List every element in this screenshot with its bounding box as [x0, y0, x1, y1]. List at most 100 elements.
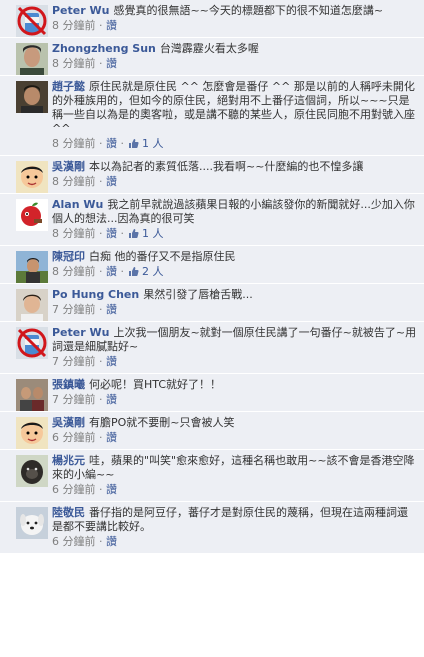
like-count-text: 2 人: [142, 265, 164, 278]
comment-text: 白痴 他的番仔又不是指原住民: [89, 250, 236, 263]
separator-dot: ·: [99, 137, 106, 150]
comment-meta: 6 分鐘前 · 讚: [52, 483, 418, 497]
commenter-name[interactable]: 張鎮曦: [52, 378, 85, 391]
comment-text: 番仔指的是阿豆仔，蕃仔才是對原住民的蔑稱，但現在這兩種詞還是都不要講比較好。: [52, 506, 408, 533]
thumbs-up-icon: [128, 138, 139, 149]
avatar-young-man[interactable]: [16, 289, 48, 321]
comment-meta: 8 分鐘前 · 讚: [52, 19, 418, 33]
commenter-name[interactable]: Peter Wu: [52, 326, 109, 339]
comment-content: 陸敬民 番仔指的是阿豆仔，蕃仔才是對原住民的蔑稱，但現在這兩種詞還是都不要講比較好…: [52, 506, 418, 534]
comment-text: 我之前早就說過該蘋果日報的小編該發你的新聞就好...少加入你個人的想法...因為…: [52, 198, 415, 225]
like-button[interactable]: 讚: [106, 303, 117, 316]
commenter-name[interactable]: Zhongzheng Sun: [52, 42, 156, 55]
comment-content: 陳冠印 白痴 他的番仔又不是指原住民: [52, 250, 418, 264]
like-button[interactable]: 讚: [106, 137, 117, 150]
comment-item: Peter Wu 上次我一個朋友~就對一個原住民講了一句番仔~就被告了~用詞還是細…: [0, 322, 424, 374]
comment-content: 趙子懿 原住民就是原住民 ^^ 怎麼會是番仔 ^^ 那是以前的人稱呼未開化的外種族…: [52, 80, 418, 136]
comment-item: Po Hung Chen 果然引發了唇槍舌戰... 7 分鐘前 · 讚: [0, 284, 424, 322]
separator-dot: ·: [120, 137, 128, 150]
like-button[interactable]: 讚: [106, 175, 117, 188]
avatar-gorilla[interactable]: [16, 455, 48, 487]
avatar-man-group[interactable]: [16, 379, 48, 411]
commenter-name[interactable]: Peter Wu: [52, 4, 109, 17]
comment-content: Po Hung Chen 果然引發了唇槍舌戰...: [52, 288, 418, 302]
avatar-cartoon-man[interactable]: [16, 161, 48, 193]
avatar-no-entry-drink[interactable]: [16, 5, 48, 37]
comment-meta: 7 分鐘前 · 讚: [52, 303, 418, 317]
commenter-name[interactable]: 吳漢剛: [52, 160, 85, 173]
comment-text: 有膽PO就不要刪~只會被人笑: [89, 416, 235, 429]
comment-time[interactable]: 8 分鐘前: [52, 227, 96, 240]
comment-item: 陸敬民 番仔指的是阿豆仔，蕃仔才是對原住民的蔑稱，但現在這兩種詞還是都不要講比較好…: [0, 502, 424, 554]
comment-item: Alan Wu 我之前早就說過該蘋果日報的小編該發你的新聞就好...少加入你個人的…: [0, 194, 424, 246]
comment-meta: 8 分鐘前 · 讚: [52, 175, 418, 189]
comment-time[interactable]: 6 分鐘前: [52, 483, 96, 496]
thumbs-up-icon: [128, 266, 139, 277]
commenter-name[interactable]: Po Hung Chen: [52, 288, 139, 301]
like-button[interactable]: 讚: [106, 431, 117, 444]
like-button[interactable]: 讚: [106, 265, 117, 278]
likes-wrap: · 2 人: [121, 265, 164, 278]
commenter-name[interactable]: 趙子懿: [52, 80, 85, 93]
comment-item: 吳漢剛 本以為記者的素質低落....我看啊~~什麼編的也不惶多讓 8 分鐘前 · …: [0, 156, 424, 194]
comment-meta: 7 分鐘前 · 讚: [52, 355, 418, 369]
comment-item: Zhongzheng Sun 台灣霹靂火看太多喔 8 分鐘前 · 讚: [0, 38, 424, 76]
like-count-text: 1 人: [142, 227, 164, 240]
like-button[interactable]: 讚: [106, 355, 117, 368]
commenter-name[interactable]: 楊兆元: [52, 454, 85, 467]
like-button[interactable]: 讚: [106, 57, 117, 70]
like-button[interactable]: 讚: [106, 227, 117, 240]
thumbs-up-icon: [128, 228, 139, 239]
comment-time[interactable]: 8 分鐘前: [52, 57, 96, 70]
comment-time[interactable]: 7 分鐘前: [52, 303, 96, 316]
comment-time[interactable]: 8 分鐘前: [52, 137, 96, 150]
comment-text: 本以為記者的素質低落....我看啊~~什麼編的也不惶多讓: [89, 160, 364, 173]
comment-item: 吳漢剛 有膽PO就不要刪~只會被人笑 6 分鐘前 · 讚: [0, 412, 424, 450]
likes-wrap: · 1 人: [121, 137, 164, 150]
comment-content: 楊兆元 哇，蘋果的"叫笑"愈來愈好，這種名稱也敢用~~該不會是香港空降來的小編~~: [52, 454, 418, 482]
commenter-name[interactable]: 陸敬民: [52, 506, 85, 519]
commenter-name[interactable]: 吳漢剛: [52, 416, 85, 429]
avatar-white-dog[interactable]: [16, 507, 48, 539]
avatar-no-entry-drink[interactable]: [16, 327, 48, 359]
commenter-name[interactable]: 陳冠印: [52, 250, 85, 263]
comment-meta: 6 分鐘前 · 讚: [52, 431, 418, 445]
comment-text: 何必呢！買HTC就好了！！: [89, 378, 222, 391]
separator-dot: ·: [99, 483, 106, 496]
comment-time[interactable]: 8 分鐘前: [52, 19, 96, 32]
comment-item: 趙子懿 原住民就是原住民 ^^ 怎麼會是番仔 ^^ 那是以前的人稱呼未開化的外種族…: [0, 76, 424, 156]
avatar-apple-character[interactable]: [16, 199, 48, 231]
comment-content: Alan Wu 我之前早就說過該蘋果日報的小編該發你的新聞就好...少加入你個人的…: [52, 198, 418, 226]
comment-time[interactable]: 8 分鐘前: [52, 265, 96, 278]
like-count[interactable]: 2 人: [128, 265, 164, 278]
comment-item: 陳冠印 白痴 他的番仔又不是指原住民 8 分鐘前 · 讚 · 2 人: [0, 246, 424, 284]
comment-time[interactable]: 6 分鐘前: [52, 535, 96, 548]
separator-dot: ·: [99, 175, 106, 188]
comment-meta: 8 分鐘前 · 讚 · 1 人: [52, 137, 418, 151]
like-button[interactable]: 讚: [106, 19, 117, 32]
comment-item: Peter Wu 感覺真的很無語~~今天的標題都下的很不知道怎麼講~ 8 分鐘前 …: [0, 0, 424, 38]
commenter-name[interactable]: Alan Wu: [52, 198, 103, 211]
like-button[interactable]: 讚: [106, 483, 117, 496]
like-count[interactable]: 1 人: [128, 137, 164, 150]
separator-dot: ·: [99, 19, 106, 32]
avatar-man-dark[interactable]: [16, 81, 48, 113]
separator-dot: ·: [99, 57, 106, 70]
likes-wrap: · 1 人: [121, 227, 164, 240]
separator-dot: ·: [120, 265, 128, 278]
separator-dot: ·: [99, 535, 106, 548]
like-button[interactable]: 讚: [106, 393, 117, 406]
like-count[interactable]: 1 人: [128, 227, 164, 240]
comment-time[interactable]: 8 分鐘前: [52, 175, 96, 188]
comment-content: 張鎮曦 何必呢！買HTC就好了！！: [52, 378, 418, 392]
avatar-man-outdoor[interactable]: [16, 251, 48, 283]
comment-time[interactable]: 7 分鐘前: [52, 355, 96, 368]
comment-time[interactable]: 7 分鐘前: [52, 393, 96, 406]
like-count-text: 1 人: [142, 137, 164, 150]
avatar-cartoon-man[interactable]: [16, 417, 48, 449]
like-button[interactable]: 讚: [106, 535, 117, 548]
avatar-man-portrait[interactable]: [16, 43, 48, 75]
comment-time[interactable]: 6 分鐘前: [52, 431, 96, 444]
comment-content: Peter Wu 感覺真的很無語~~今天的標題都下的很不知道怎麼講~: [52, 4, 418, 18]
comment-text: 感覺真的很無語~~今天的標題都下的很不知道怎麼講~: [113, 4, 384, 17]
